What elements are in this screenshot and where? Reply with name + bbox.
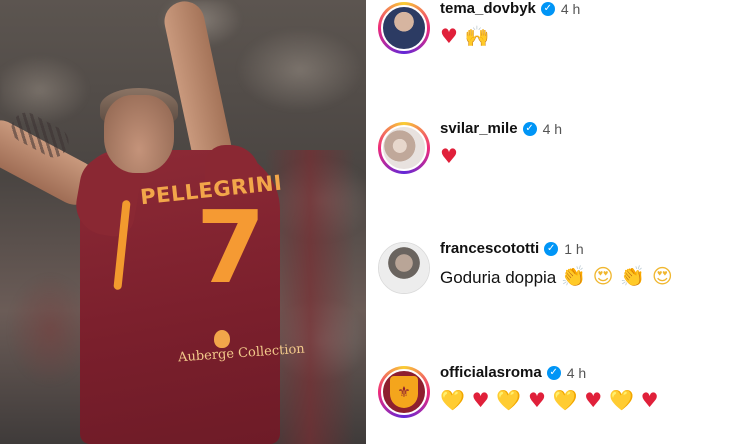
player-head (104, 95, 174, 173)
comment-username[interactable]: francescototti (440, 240, 539, 257)
comment-body: Goduria doppia 👏 😍 👏 😍 (440, 264, 675, 288)
jersey-number: 7 (196, 189, 266, 306)
red-heart-icon: ♥ (440, 24, 458, 48)
verified-badge-icon: ✓ (540, 1, 555, 16)
comment-time: 4 h (542, 120, 563, 137)
comment-time: 4 h (560, 0, 581, 17)
comment-username[interactable]: tema_dovbyk (440, 0, 536, 17)
red-heart-icon: ♥ (527, 388, 546, 412)
red-heart-icon: ♥ (584, 388, 603, 412)
comment-body: ♥ (440, 144, 460, 168)
red-heart-icon: ♥ (471, 388, 490, 412)
avatar[interactable] (378, 242, 430, 294)
red-heart-icon: ♥ (640, 388, 659, 412)
player-avatar-icon (381, 5, 427, 51)
heart-eyes-face-icon: 😍 (592, 264, 614, 288)
family-avatar-icon (381, 125, 427, 171)
crest-shield: ⚜ (390, 376, 418, 408)
avatar[interactable] (378, 122, 430, 174)
comment-body: ♥ 🙌 (440, 24, 492, 48)
club-badge-icon (214, 330, 230, 348)
comment-username[interactable]: officialasroma (440, 364, 542, 381)
comments-panel: tema_dovbyk ✓ 4 h ♥ 🙌 svilar_mile ✓ 4 h … (366, 0, 740, 444)
raising-hands-icon: 🙌 (464, 24, 490, 48)
yellow-heart-icon: 💛 (496, 388, 522, 412)
comment-username[interactable]: svilar_mile (440, 120, 518, 137)
verified-badge-icon: ✓ (522, 121, 537, 136)
verified-badge-icon: ✓ (546, 365, 561, 380)
as-roma-crest-icon: ⚜ (381, 369, 427, 415)
yellow-heart-icon: 💛 (440, 388, 465, 412)
portrait-avatar-icon (379, 243, 429, 293)
comment-time: 4 h (566, 364, 587, 381)
heart-eyes-face-icon: 😍 (651, 264, 673, 288)
avatar[interactable]: ⚜ (378, 366, 430, 418)
clapping-hands-icon: 👏 (620, 264, 646, 288)
yellow-heart-icon: 💛 (552, 388, 578, 412)
comment-text: Goduria doppia (440, 268, 557, 287)
yellow-heart-icon: 💛 (608, 388, 634, 412)
player-photo: PELLEGRINI 7 Auberge Collection (0, 0, 366, 444)
red-heart-icon: ♥ (440, 144, 458, 168)
clapping-hands-icon: 👏 (561, 264, 586, 288)
avatar[interactable] (378, 2, 430, 54)
comment-time: 1 h (564, 240, 584, 257)
verified-badge-icon: ✓ (544, 241, 559, 256)
comment-body: 💛 ♥ 💛 ♥ 💛 ♥ 💛 ♥ (440, 388, 661, 412)
